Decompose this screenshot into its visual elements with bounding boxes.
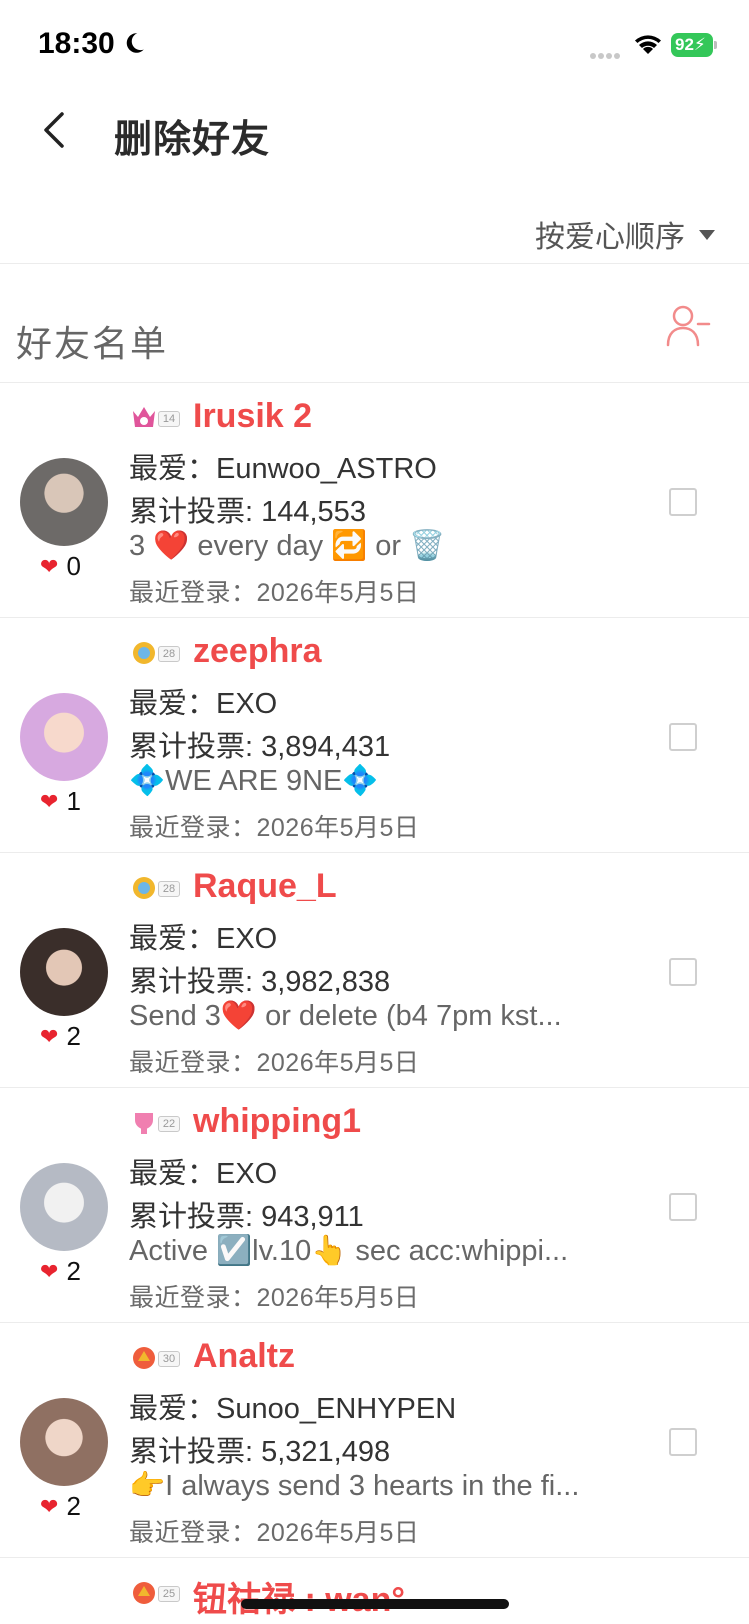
heart-icon: ❤ (40, 1493, 59, 1519)
heart-icon: ❤ (40, 1023, 59, 1049)
select-checkbox[interactable] (669, 1193, 697, 1221)
username: Raque_L (193, 867, 337, 905)
total-votes: 累计投票: 3,894,431 (129, 731, 391, 763)
last-login: 最近登录：2026年5月5日 (129, 1049, 420, 1077)
battery-level: 92 (675, 35, 694, 54)
page: 18:30 92⚡ 删除好友 按爱心顺序 好友名单 ❤ 0 14 Irusik … (0, 0, 749, 1624)
home-indicator (241, 1599, 509, 1609)
favorite-artist: 最爱：EXO (129, 923, 278, 955)
avatar (20, 1163, 108, 1251)
last-login: 最近登录：2026年5月5日 (129, 579, 420, 607)
last-login: 最近登录：2026年5月5日 (129, 1519, 420, 1547)
sort-label: 按爱心顺序 (535, 221, 685, 254)
favorite-artist: 最爱：Sunoo_ENHYPEN (129, 1393, 457, 1425)
last-login: 最近登录：2026年5月5日 (129, 814, 420, 842)
heart-count: ❤ 0 (40, 551, 81, 581)
favorite-artist: 最爱：EXO (129, 1158, 278, 1190)
level-badge: 22 (130, 1108, 182, 1138)
select-checkbox[interactable] (669, 723, 697, 751)
level-number: 14 (158, 411, 180, 427)
friend-row[interactable]: 25 钮祜禄 : wan° (0, 1558, 749, 1624)
heart-icon: ❤ (40, 1258, 59, 1284)
level-badge: 28 (130, 638, 182, 668)
bio: 💠WE ARE 9NE💠 (129, 765, 379, 797)
level-badge: 30 (130, 1343, 182, 1373)
crown-badge-icon (133, 642, 155, 664)
avatar (20, 458, 108, 546)
friend-list: ❤ 0 14 Irusik 2 最爱：Eunwoo_ASTRO 累计投票: 144… (0, 383, 749, 1624)
heart-icon: ❤ (40, 788, 59, 814)
back-icon[interactable] (40, 108, 70, 152)
level-number: 28 (158, 646, 180, 662)
select-checkbox[interactable] (669, 958, 697, 986)
crown-badge-icon (133, 1347, 155, 1369)
heart-count: ❤ 2 (40, 1021, 81, 1051)
total-votes: 累计投票: 3,982,838 (129, 966, 391, 998)
status-time: 18:30 (38, 27, 115, 60)
username: 钮祜禄 : wan° (193, 1572, 405, 1621)
total-votes: 累计投票: 943,911 (129, 1201, 364, 1233)
level-number: 30 (158, 1351, 180, 1367)
sort-dropdown[interactable]: 按爱心顺序 (535, 212, 715, 256)
heart-count: ❤ 2 (40, 1256, 81, 1286)
crown-badge-icon (133, 1582, 155, 1604)
friend-row[interactable]: ❤ 0 14 Irusik 2 最爱：Eunwoo_ASTRO 累计投票: 144… (0, 383, 749, 618)
friend-row[interactable]: ❤ 2 28 Raque_L 最爱：EXO 累计投票: 3,982,838 Sen… (0, 853, 749, 1088)
heart-count: ❤ 1 (40, 786, 81, 816)
caret-down-icon (699, 230, 715, 240)
username: zeephra (193, 632, 322, 670)
remove-friend-icon[interactable] (665, 303, 711, 349)
battery-icon: 92⚡ (671, 33, 717, 57)
heart-count: ❤ 2 (40, 1491, 81, 1521)
level-number: 25 (158, 1586, 180, 1602)
crown-badge-icon (135, 1113, 153, 1134)
section-title: 好友名单 (16, 323, 169, 364)
level-badge: 25 (130, 1578, 182, 1608)
friend-row[interactable]: ❤ 2 22 whipping1 最爱：EXO 累计投票: 943,911 Act… (0, 1088, 749, 1323)
friend-row[interactable]: ❤ 1 28 zeephra 最爱：EXO 累计投票: 3,894,431 💠WE… (0, 618, 749, 853)
favorite-artist: 最爱：Eunwoo_ASTRO (129, 453, 437, 485)
bio: Send 3❤️ or delete (b4 7pm kst... (129, 1000, 562, 1032)
avatar (20, 1398, 108, 1486)
username: Analtz (193, 1337, 295, 1375)
friend-list-header: 好友名单 (0, 265, 749, 383)
total-votes: 累计投票: 5,321,498 (129, 1436, 391, 1468)
level-badge: 14 (130, 403, 182, 433)
heart-icon: ❤ (40, 553, 59, 579)
avatar (20, 693, 108, 781)
crown-badge-icon (133, 407, 155, 427)
total-votes: 累计投票: 144,553 (129, 496, 366, 528)
friend-row[interactable]: ❤ 2 30 Analtz 最爱：Sunoo_ENHYPEN 累计投票: 5,32… (0, 1323, 749, 1558)
avatar (20, 928, 108, 1016)
level-badge: 28 (130, 873, 182, 903)
favorite-artist: 最爱：EXO (129, 688, 278, 720)
crown-badge-icon (133, 877, 155, 899)
username: Irusik 2 (193, 397, 313, 435)
last-login: 最近登录：2026年5月5日 (129, 1284, 420, 1312)
wifi-icon (635, 35, 661, 54)
page-title: 删除好友 (114, 119, 271, 161)
select-checkbox[interactable] (669, 1428, 697, 1456)
select-checkbox[interactable] (669, 488, 697, 516)
status-bar: 18:30 92⚡ (0, 0, 749, 90)
bio: Active ☑️lv.10👆 sec acc:whippi... (129, 1235, 569, 1267)
level-number: 28 (158, 881, 180, 897)
bio: 👉I always send 3 hearts in the fi... (129, 1470, 580, 1502)
moon-icon (126, 33, 144, 53)
username: whipping1 (193, 1102, 362, 1140)
bio: 3 ❤️ every day 🔁 or 🗑️ (129, 530, 446, 562)
level-number: 22 (158, 1116, 180, 1132)
header: 删除好友 (0, 90, 749, 180)
sort-row: 按爱心顺序 (0, 200, 749, 264)
signal-icon (590, 46, 622, 64)
